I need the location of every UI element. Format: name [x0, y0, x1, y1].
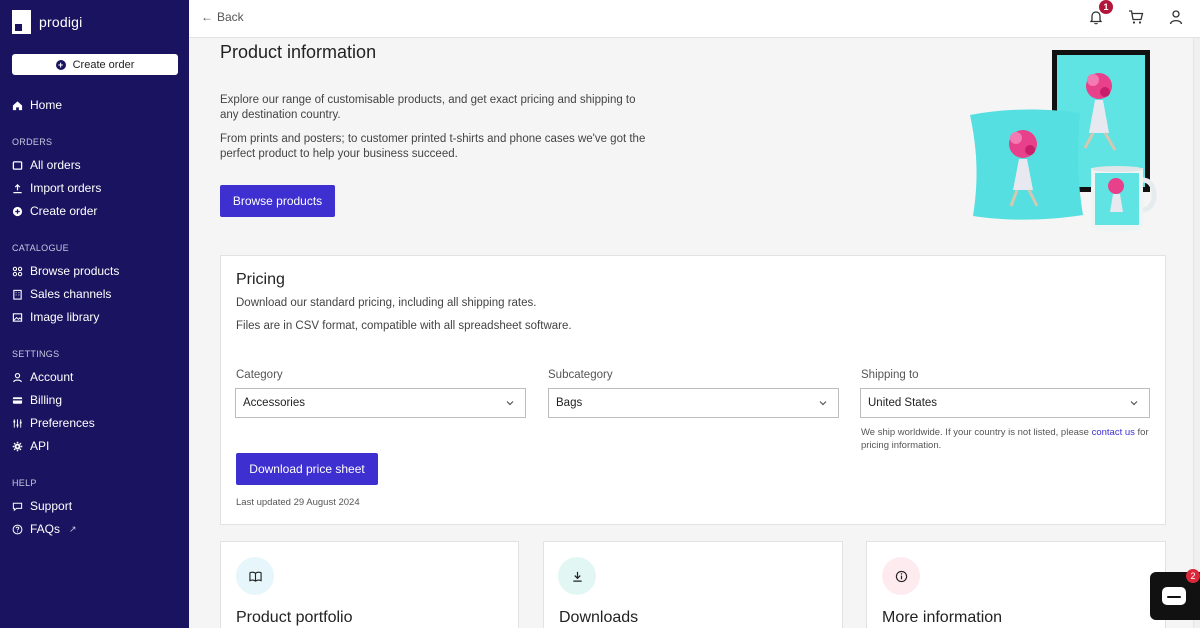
pricing-format-note: Files are in CSV format, compatible with… [236, 320, 572, 332]
page-scrollbar[interactable] [1193, 38, 1200, 628]
chevron-down-icon [506, 401, 514, 406]
sidebar-item-import-orders[interactable]: Import orders [12, 181, 101, 195]
credit-card-icon [12, 395, 23, 406]
orders-list-icon [12, 160, 23, 171]
building-icon [12, 289, 23, 300]
sidebar-item-label: Billing [30, 393, 63, 407]
subcategory-select[interactable]: Bags [548, 388, 839, 418]
back-label: Back [217, 10, 244, 24]
sidebar-item-label: Account [30, 370, 74, 384]
logo-mark-icon [12, 10, 31, 34]
hero-description: Explore our range of customisable produc… [220, 94, 636, 121]
notification-badge: 1 [1099, 0, 1113, 14]
sidebar-item-sales-channels[interactable]: Sales channels [12, 287, 111, 301]
page-title: Product information [220, 42, 377, 62]
question-icon [12, 524, 23, 535]
category-label: Category [236, 369, 283, 381]
subcategory-label: Subcategory [548, 369, 613, 381]
gear-icon [12, 441, 23, 452]
home-icon [12, 100, 23, 111]
sidebar-item-label: FAQs [30, 522, 61, 536]
section-label-settings: SETTINGS [12, 349, 60, 359]
sidebar-item-support[interactable]: Support [12, 499, 72, 513]
downloads-title: Downloads [559, 609, 639, 626]
last-updated-text: Last updated 29 August 2024 [236, 497, 360, 508]
pricing-title: Pricing [236, 271, 285, 288]
shipping-note: We ship worldwide. If your country is no… [861, 426, 1156, 452]
download-price-sheet-button[interactable]: Download price sheet [236, 453, 378, 485]
sidebar-item-preferences[interactable]: Preferences [12, 416, 95, 430]
section-label-catalogue: CATALOGUE [12, 243, 69, 253]
sidebar-item-label: Support [30, 499, 73, 513]
sidebar: prodigi + Create order Home ORDERS All o… [0, 0, 189, 628]
hero-description-2: From prints and posters; to customer pri… [220, 133, 646, 160]
grid-icon [12, 266, 23, 277]
sidebar-item-faqs[interactable]: FAQs ↗ [12, 522, 77, 536]
sidebar-item-label: All orders [30, 158, 81, 172]
pricing-description: Download our standard pricing, including… [236, 297, 537, 309]
top-bar: ← Back 1 [189, 0, 1200, 38]
shipping-label: Shipping to [861, 369, 919, 381]
cart-icon[interactable] [1128, 9, 1144, 25]
sidebar-item-label: Sales channels [30, 287, 112, 301]
sidebar-item-label: Browse products [30, 264, 120, 278]
chat-bubble-icon [1162, 587, 1186, 605]
browse-products-button[interactable]: Browse products [220, 185, 335, 217]
sidebar-item-label: Import orders [30, 181, 102, 195]
sidebar-item-label: Create order [30, 204, 98, 218]
chevron-down-icon [1130, 401, 1138, 406]
sliders-icon [12, 418, 23, 429]
sidebar-item-home[interactable]: Home [12, 98, 62, 112]
info-icon [882, 557, 920, 595]
contact-us-link[interactable]: contact us [1092, 427, 1135, 438]
sidebar-item-account[interactable]: Account [12, 370, 73, 384]
chevron-down-icon [819, 401, 827, 406]
sidebar-item-image-library[interactable]: Image library [12, 310, 99, 324]
sidebar-item-all-orders[interactable]: All orders [12, 158, 81, 172]
sidebar-item-label: Home [30, 98, 63, 112]
product-portfolio-title: Product portfolio [236, 609, 353, 626]
user-account-icon[interactable] [1168, 9, 1184, 25]
shipping-value: United States [868, 397, 938, 409]
sidebar-item-billing[interactable]: Billing [12, 393, 62, 407]
sidebar-item-api[interactable]: API [12, 439, 49, 453]
shipping-note-text: We ship worldwide. If your country is no… [861, 427, 1092, 438]
book-icon [236, 557, 274, 595]
sidebar-item-label: Preferences [30, 416, 95, 430]
plus-circle-icon: + [55, 59, 66, 70]
upload-icon [12, 183, 23, 194]
sidebar-item-label: Image library [30, 310, 100, 324]
subcategory-value: Bags [556, 397, 583, 409]
chat-unread-badge: 2 [1186, 569, 1200, 583]
category-value: Accessories [243, 397, 305, 409]
sidebar-item-browse-products[interactable]: Browse products [12, 264, 119, 278]
create-order-button[interactable]: + Create order [12, 54, 178, 75]
more-information-title: More information [882, 609, 1003, 626]
create-order-label: Create order [72, 58, 135, 71]
shipping-country-select[interactable]: United States [860, 388, 1150, 418]
plus-circle-icon [12, 206, 23, 217]
section-label-orders: ORDERS [12, 137, 53, 147]
sidebar-item-label: API [30, 439, 50, 453]
sidebar-item-create-order[interactable]: Create order [12, 204, 97, 218]
category-select[interactable]: Accessories [235, 388, 526, 418]
section-label-help: HELP [12, 478, 37, 488]
back-link[interactable]: ← Back [201, 10, 244, 24]
external-link-icon: ↗ [69, 523, 77, 534]
image-icon [12, 312, 23, 323]
chat-icon [12, 501, 23, 512]
arrow-left-icon: ← [201, 10, 213, 24]
product-showcase-image [970, 50, 1157, 232]
brand-logo[interactable]: prodigi [12, 10, 82, 34]
user-icon [12, 372, 23, 383]
download-icon [558, 557, 596, 595]
brand-name: prodigi [39, 14, 83, 30]
